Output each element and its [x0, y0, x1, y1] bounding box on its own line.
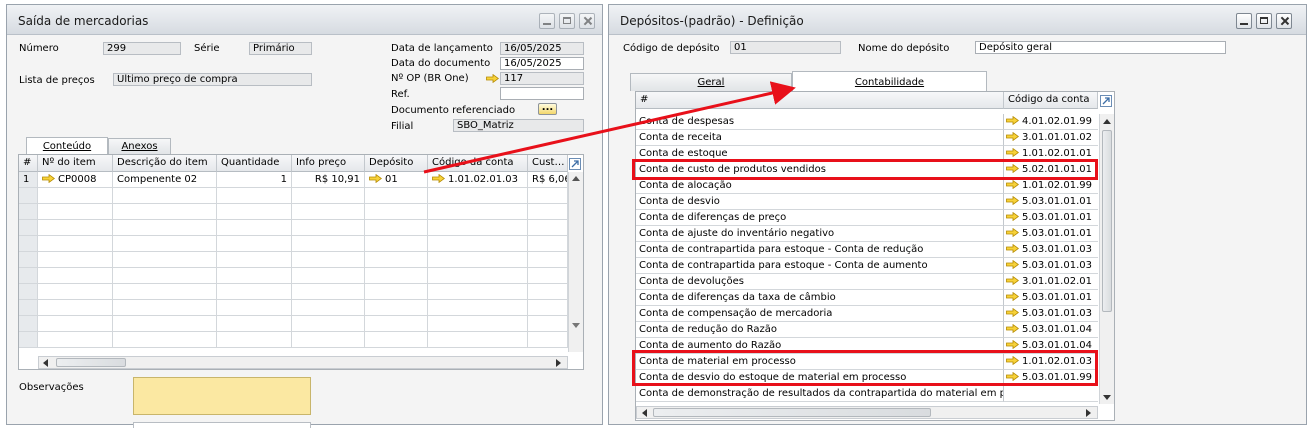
- annotation-arrow: [423, 81, 796, 174]
